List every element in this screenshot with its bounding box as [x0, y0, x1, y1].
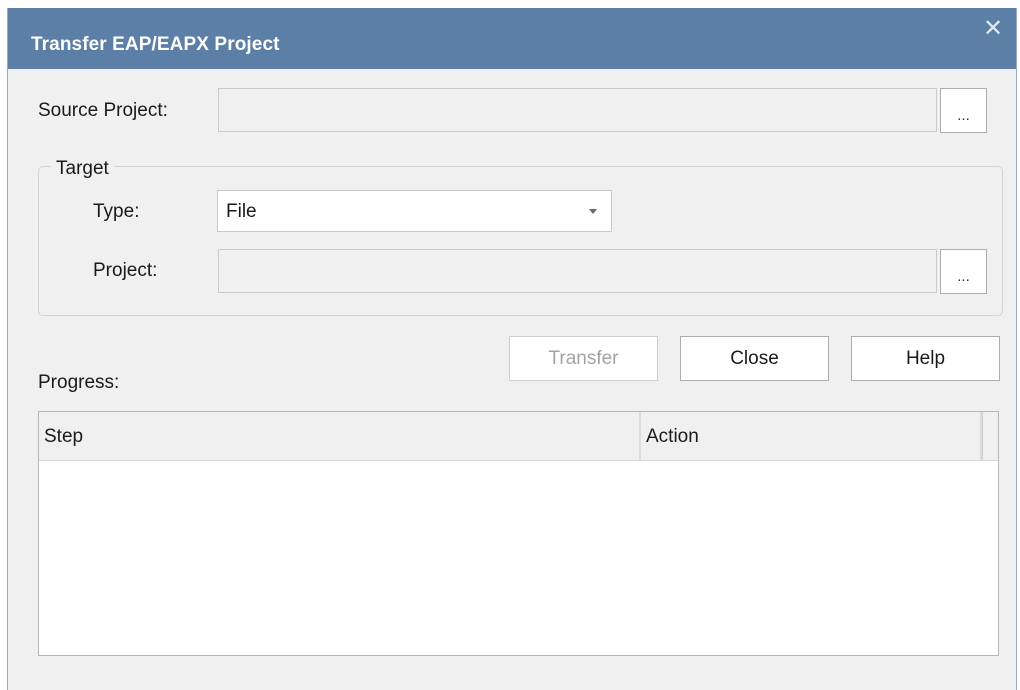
chevron-down-icon[interactable] [589, 209, 597, 214]
progress-label: Progress: [38, 372, 120, 393]
transfer-dialog: Transfer EAP/EAPX Project ✕ Source Proje… [7, 8, 1017, 690]
progress-list[interactable]: Step Action [38, 411, 999, 656]
target-group-legend: Target [51, 158, 114, 180]
title-bar[interactable]: Transfer EAP/EAPX Project ✕ [8, 8, 1016, 69]
type-select-value: File [226, 201, 257, 222]
target-project-field[interactable] [218, 249, 937, 293]
transfer-button[interactable]: Transfer [509, 336, 658, 381]
target-browse-button[interactable]: ... [940, 249, 987, 294]
target-groupbox [38, 166, 1003, 316]
close-icon[interactable]: ✕ [982, 17, 1004, 41]
type-select[interactable]: File [217, 190, 612, 232]
type-label: Type: [93, 201, 140, 222]
target-project-label: Project: [93, 260, 158, 281]
progress-list-header: Step Action [39, 412, 998, 461]
close-button[interactable]: Close [680, 336, 829, 381]
source-project-field[interactable] [218, 88, 937, 132]
source-project-label: Source Project: [38, 100, 168, 121]
source-browse-button[interactable]: ... [940, 88, 987, 133]
column-header-step[interactable]: Step [39, 412, 641, 460]
column-header-action[interactable]: Action [641, 412, 982, 460]
help-button[interactable]: Help [851, 336, 1000, 381]
dialog-title: Transfer EAP/EAPX Project [31, 34, 280, 55]
column-header-filler [982, 412, 998, 460]
